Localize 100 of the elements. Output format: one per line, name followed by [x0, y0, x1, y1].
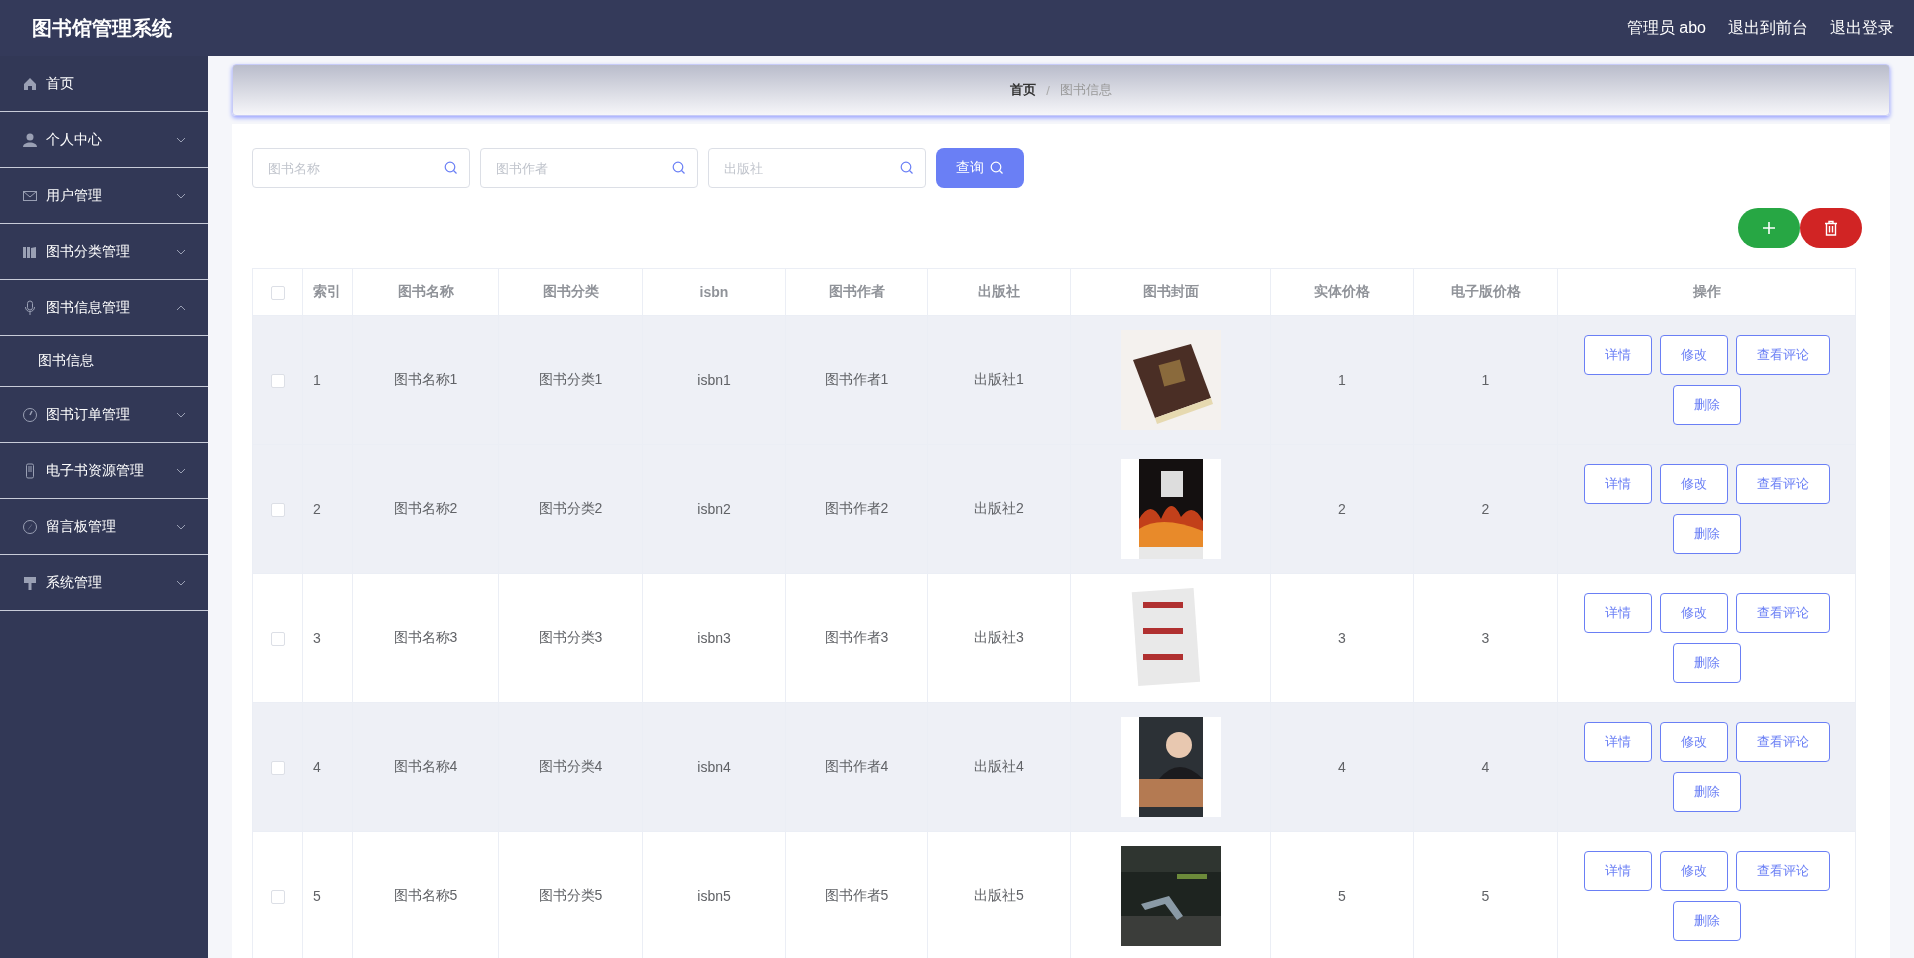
home-icon: [22, 75, 38, 92]
table-cell: isbn5: [697, 888, 731, 904]
action-button[interactable]: 详情: [1583, 464, 1652, 504]
table-cell: 出版社2: [974, 500, 1024, 516]
search-field[interactable]: 图书名称: [252, 148, 470, 188]
table-cell: 图书名称2: [393, 500, 458, 516]
checkbox[interactable]: [270, 761, 285, 776]
table-cell: 图书分类2: [538, 500, 603, 516]
action-button[interactable]: 修改: [1659, 851, 1728, 891]
table-cell: 1: [1481, 372, 1490, 388]
action-button[interactable]: 删除: [1672, 514, 1741, 554]
compass-icon: [22, 518, 38, 535]
column-header: 图书分类: [542, 283, 599, 299]
table-cell: 图书名称4: [393, 758, 458, 774]
search-icon: [990, 161, 1004, 175]
header-link[interactable]: 退出到前台: [1728, 17, 1808, 39]
action-button[interactable]: 修改: [1659, 464, 1728, 504]
app-title: 图书馆管理系统: [32, 15, 172, 41]
action-button[interactable]: 详情: [1583, 851, 1652, 891]
add-button[interactable]: [1738, 208, 1800, 248]
column-header: 实体价格: [1314, 283, 1370, 299]
checkbox[interactable]: [270, 286, 285, 301]
table-cell: 5: [313, 888, 321, 904]
action-button[interactable]: 查看评论: [1735, 851, 1830, 891]
action-button[interactable]: 删除: [1672, 643, 1741, 683]
checkbox[interactable]: [270, 632, 285, 647]
search-field[interactable]: 图书作者: [480, 148, 698, 188]
checkbox[interactable]: [270, 503, 285, 518]
action-button[interactable]: 修改: [1659, 593, 1728, 633]
table-cell: 图书作者5: [824, 887, 889, 903]
sidebar-item[interactable]: 用户管理: [0, 168, 208, 224]
table-cell: 图书分类1: [538, 371, 603, 387]
microphone-icon: [22, 299, 38, 316]
table-cell: 图书名称3: [393, 629, 458, 645]
column-header: 图书名称: [397, 283, 454, 299]
sidebar-item[interactable]: 个人中心: [0, 112, 208, 168]
checkbox[interactable]: [270, 890, 285, 905]
plus-icon: [1761, 220, 1777, 236]
action-button[interactable]: 删除: [1672, 385, 1741, 425]
sidebar-item[interactable]: 电子书资源管理: [0, 443, 208, 499]
search-button[interactable]: 查询: [936, 148, 1024, 188]
table-cell: 图书作者2: [824, 500, 889, 516]
table-cell: 5: [1338, 888, 1346, 904]
sidebar-subitem[interactable]: 图书信息: [38, 352, 94, 370]
header-link[interactable]: 管理员 abo: [1626, 17, 1706, 39]
table-cell: 图书作者4: [824, 758, 889, 774]
action-button[interactable]: 查看评论: [1735, 593, 1830, 633]
action-button[interactable]: 查看评论: [1735, 722, 1830, 762]
table-cell: 3: [313, 630, 321, 646]
action-button[interactable]: 详情: [1583, 593, 1652, 633]
sidebar-item[interactable]: 留言板管理: [0, 499, 208, 555]
column-header: 操作: [1692, 283, 1721, 299]
table-cell: 图书作者3: [824, 629, 889, 645]
action-button[interactable]: 删除: [1672, 772, 1741, 812]
table-cell: 出版社3: [974, 629, 1024, 645]
search-icon: [900, 161, 914, 175]
action-button[interactable]: 删除: [1672, 901, 1741, 941]
header-link[interactable]: 退出登录: [1830, 17, 1894, 39]
breadcrumb-separator: /: [1046, 82, 1050, 98]
sidebar-item[interactable]: 图书信息管理: [0, 280, 208, 336]
column-header: 索引: [313, 283, 341, 299]
table-cell: 图书分类3: [538, 629, 603, 645]
checkbox[interactable]: [270, 374, 285, 389]
signboard-icon: [22, 574, 38, 591]
table-cell: 图书分类4: [538, 758, 603, 774]
search-icon: [444, 161, 458, 175]
table-cell: 1: [313, 372, 321, 388]
delete-button[interactable]: [1800, 208, 1862, 248]
table-cell: isbn3: [697, 630, 731, 646]
table-cell: 5: [1481, 888, 1490, 904]
column-header: 电子版价格: [1450, 283, 1521, 299]
action-button[interactable]: 查看评论: [1735, 335, 1830, 375]
table-cell: 图书名称5: [393, 887, 458, 903]
search-icon: [672, 161, 686, 175]
table-cell: 出版社4: [974, 758, 1024, 774]
column-header: isbn: [699, 284, 729, 300]
action-button[interactable]: 详情: [1583, 335, 1652, 375]
column-header: 出版社: [978, 283, 1020, 299]
sidebar-item[interactable]: 首页: [0, 56, 208, 112]
table-cell: isbn1: [697, 372, 731, 388]
table-cell: 3: [1338, 630, 1346, 646]
sidebar-item[interactable]: 图书订单管理: [0, 387, 208, 443]
action-button[interactable]: 查看评论: [1735, 464, 1830, 504]
table-cell: isbn4: [697, 759, 731, 775]
action-button[interactable]: 详情: [1583, 722, 1652, 762]
breadcrumb-item[interactable]: 首页: [1010, 81, 1037, 99]
table-cell: 图书作者1: [824, 371, 889, 387]
action-button[interactable]: 修改: [1659, 335, 1728, 375]
table-cell: isbn2: [697, 501, 731, 517]
table-cell: 出版社1: [974, 371, 1024, 387]
column-header: 图书作者: [828, 283, 885, 299]
search-field[interactable]: 出版社: [708, 148, 926, 188]
table-cell: 2: [313, 501, 321, 517]
table-cell: 图书名称1: [393, 371, 458, 387]
sidebar-item[interactable]: 图书分类管理: [0, 224, 208, 280]
action-button[interactable]: 修改: [1659, 722, 1728, 762]
table-cell: 3: [1481, 630, 1490, 646]
sidebar-item[interactable]: 系统管理: [0, 555, 208, 611]
table-cell: 4: [1338, 759, 1346, 775]
table-cell: 2: [1481, 501, 1490, 517]
